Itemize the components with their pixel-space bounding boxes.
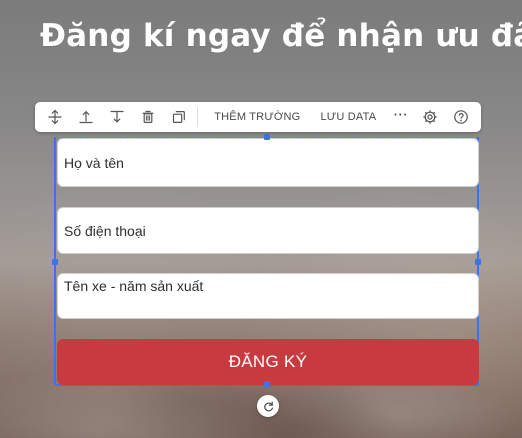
vehicle-year-field[interactable]: Tên xe - năm sản xuất [57, 273, 479, 319]
duplicate-icon [172, 111, 185, 123]
move-vertical-icon [48, 109, 63, 125]
rotate-icon [263, 401, 273, 411]
save-data-button[interactable]: LƯU DATA [310, 102, 386, 132]
resize-handle-right[interactable] [475, 259, 481, 265]
upload-button[interactable] [71, 102, 102, 132]
resize-handle-top[interactable] [264, 134, 270, 140]
settings-button[interactable] [414, 102, 445, 132]
gear-icon [422, 110, 437, 124]
full-name-field[interactable]: Họ và tên [57, 138, 479, 187]
download-button[interactable] [102, 102, 133, 132]
toolbar-divider [197, 107, 199, 127]
duplicate-button[interactable] [163, 102, 194, 132]
help-button[interactable] [445, 102, 476, 132]
add-field-button[interactable]: THÊM TRƯỜNG [204, 102, 310, 132]
trash-icon [142, 110, 154, 124]
delete-button[interactable] [133, 102, 164, 132]
download-icon [110, 110, 124, 123]
help-icon [453, 110, 468, 124]
upload-icon [79, 111, 93, 124]
more-options-button[interactable]: ··· [386, 102, 414, 132]
move-vertical-button[interactable] [40, 102, 71, 132]
phone-number-field[interactable]: Số điện thoại [57, 207, 479, 254]
vehicle-year-label: Tên xe - năm sản xuất [64, 278, 204, 294]
element-toolbar: THÊM TRƯỜNG LƯU DATA ··· [35, 102, 481, 132]
page-headline: Đăng kí ngay để nhận ưu đãi [40, 18, 522, 54]
rotate-button[interactable] [257, 395, 279, 417]
phone-number-label: Số điện thoại [64, 222, 146, 239]
resize-handle-left[interactable] [52, 259, 58, 265]
register-button[interactable]: ĐĂNG KÝ [57, 339, 479, 385]
full-name-label: Họ và tên [64, 154, 124, 171]
resize-handle-bottom[interactable] [264, 381, 270, 387]
